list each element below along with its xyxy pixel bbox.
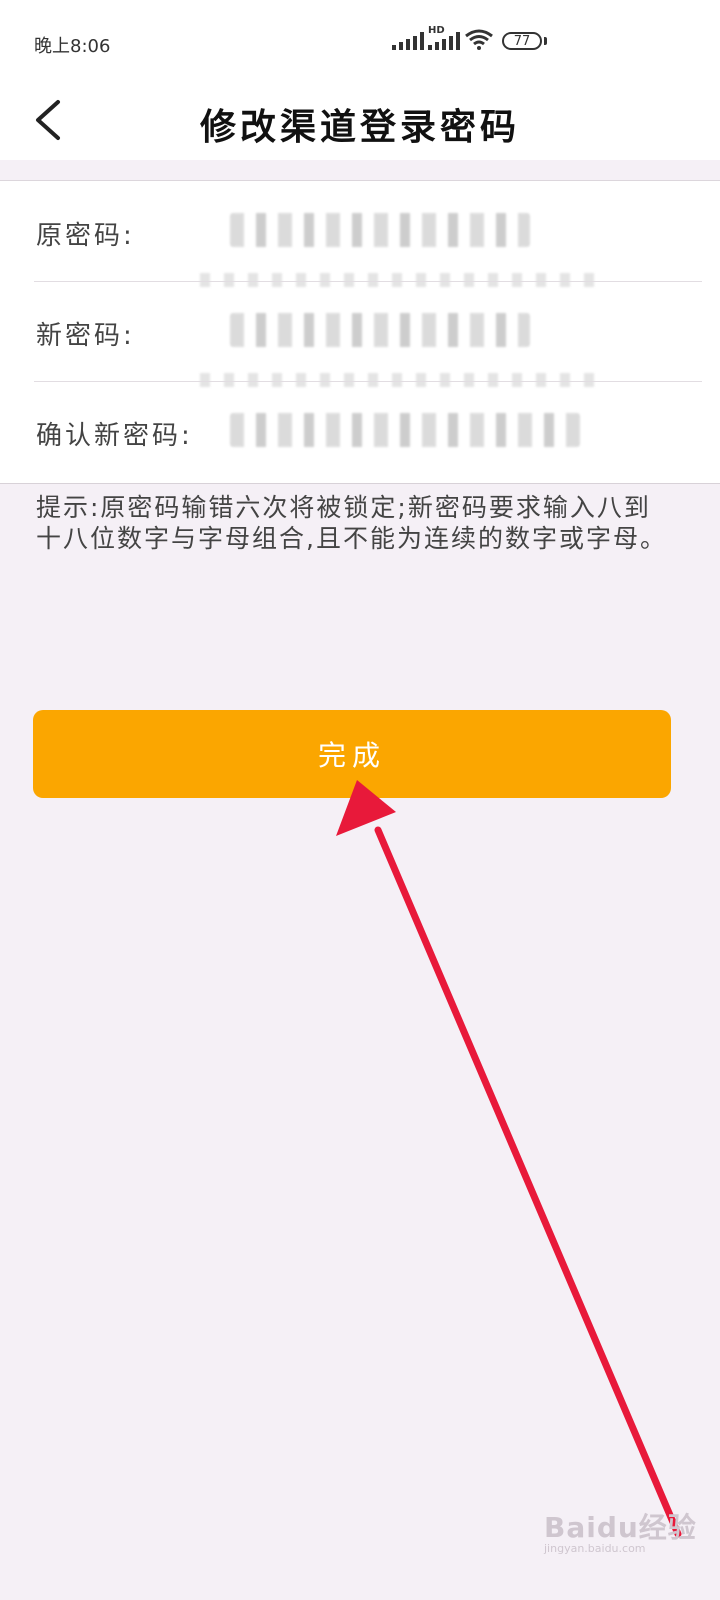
battery-level: 77 — [513, 33, 531, 49]
old-password-input[interactable] — [230, 213, 530, 247]
page-title: 修改渠道登录密码 — [199, 106, 520, 148]
watermark-brand: Baidu经验 — [544, 1511, 697, 1544]
cellular-signal-icon — [392, 30, 424, 50]
obscured-value — [230, 413, 580, 447]
confirm-password-input[interactable] — [230, 413, 580, 447]
password-hint: 提示:原密码输错六次将被锁定;新密码要求输入八到十八位数字与字母组合,且不能为连… — [36, 493, 667, 553]
battery-icon: 77 — [502, 32, 542, 50]
confirm-password-label: 确认新密码: — [36, 421, 193, 451]
old-password-row: 原密码: — [0, 181, 720, 281]
wifi-icon — [465, 29, 493, 50]
cellular-signal-2-icon — [428, 30, 460, 50]
new-password-label: 新密码: — [36, 321, 135, 351]
section-gap — [0, 160, 720, 181]
obscured-value — [230, 213, 530, 247]
status-bar: 晚上8:06 HD 77 — [0, 0, 720, 80]
app-header: 修改渠道登录密码 — [0, 80, 720, 160]
new-password-input[interactable] — [230, 313, 530, 347]
obscured-value — [230, 313, 530, 347]
baidu-watermark: Baidu经验 jingyan.baidu.com — [540, 1500, 710, 1560]
password-form: 原密码: 新密码: 确认新密码: — [0, 181, 720, 484]
watermark-url: jingyan.baidu.com — [544, 1542, 646, 1555]
confirm-password-row: 确认新密码: — [0, 381, 720, 481]
battery-tip — [544, 37, 547, 45]
status-time: 晚上8:06 — [34, 36, 111, 57]
new-password-row: 新密码: — [0, 281, 720, 381]
old-password-label: 原密码: — [36, 221, 135, 251]
done-button[interactable]: 完成 — [33, 710, 671, 798]
